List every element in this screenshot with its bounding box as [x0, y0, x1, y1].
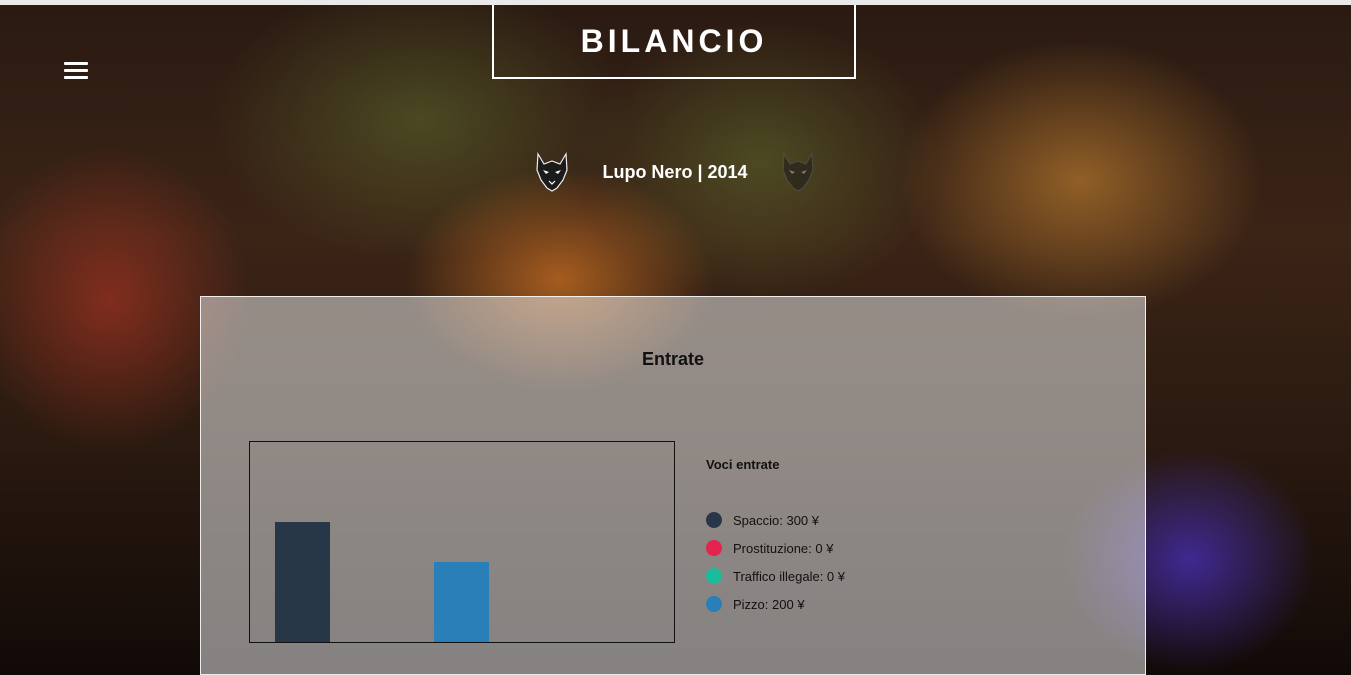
legend-swatch [706, 540, 722, 556]
legend-item[interactable]: Spaccio: 300 ¥ [706, 506, 845, 534]
title-box: BILANCIO [492, 5, 856, 79]
legend-title: Voci entrate [706, 457, 780, 472]
legend-swatch [706, 596, 722, 612]
bar-chart-svg [275, 522, 489, 642]
wolf-head-icon [782, 152, 814, 192]
subtitle-row: Lupo Nero | 2014 [530, 148, 820, 196]
legend-swatch [706, 512, 722, 528]
bar-chart [249, 441, 675, 643]
legend-label: Traffico illegale: 0 ¥ [733, 568, 846, 584]
bar-spaccio[interactable] [275, 522, 330, 642]
subtitle: Lupo Nero | 2014 [602, 161, 748, 182]
hamburger-menu-icon[interactable] [64, 62, 88, 80]
legend-label: Pizzo: 200 ¥ [733, 596, 805, 612]
legend-item[interactable]: Pizzo: 200 ¥ [706, 590, 845, 618]
page-title: BILANCIO [580, 22, 768, 59]
panel-title: Entrate [641, 349, 704, 369]
wolf-head-icon [536, 152, 568, 192]
legend: Voci entrate Spaccio: 300 ¥ Prostituzione… [706, 457, 845, 618]
legend-item[interactable]: Prostituzione: 0 ¥ [706, 534, 845, 562]
legend-item[interactable]: Traffico illegale: 0 ¥ [706, 562, 845, 590]
income-panel: Entrate Voci entrate Spaccio: 300 ¥ Prost… [200, 296, 1146, 675]
legend-label: Spaccio: 300 ¥ [733, 512, 820, 528]
legend-label: Prostituzione: 0 ¥ [733, 540, 834, 556]
bar-pizzo[interactable] [434, 562, 489, 642]
legend-swatch [706, 568, 722, 584]
